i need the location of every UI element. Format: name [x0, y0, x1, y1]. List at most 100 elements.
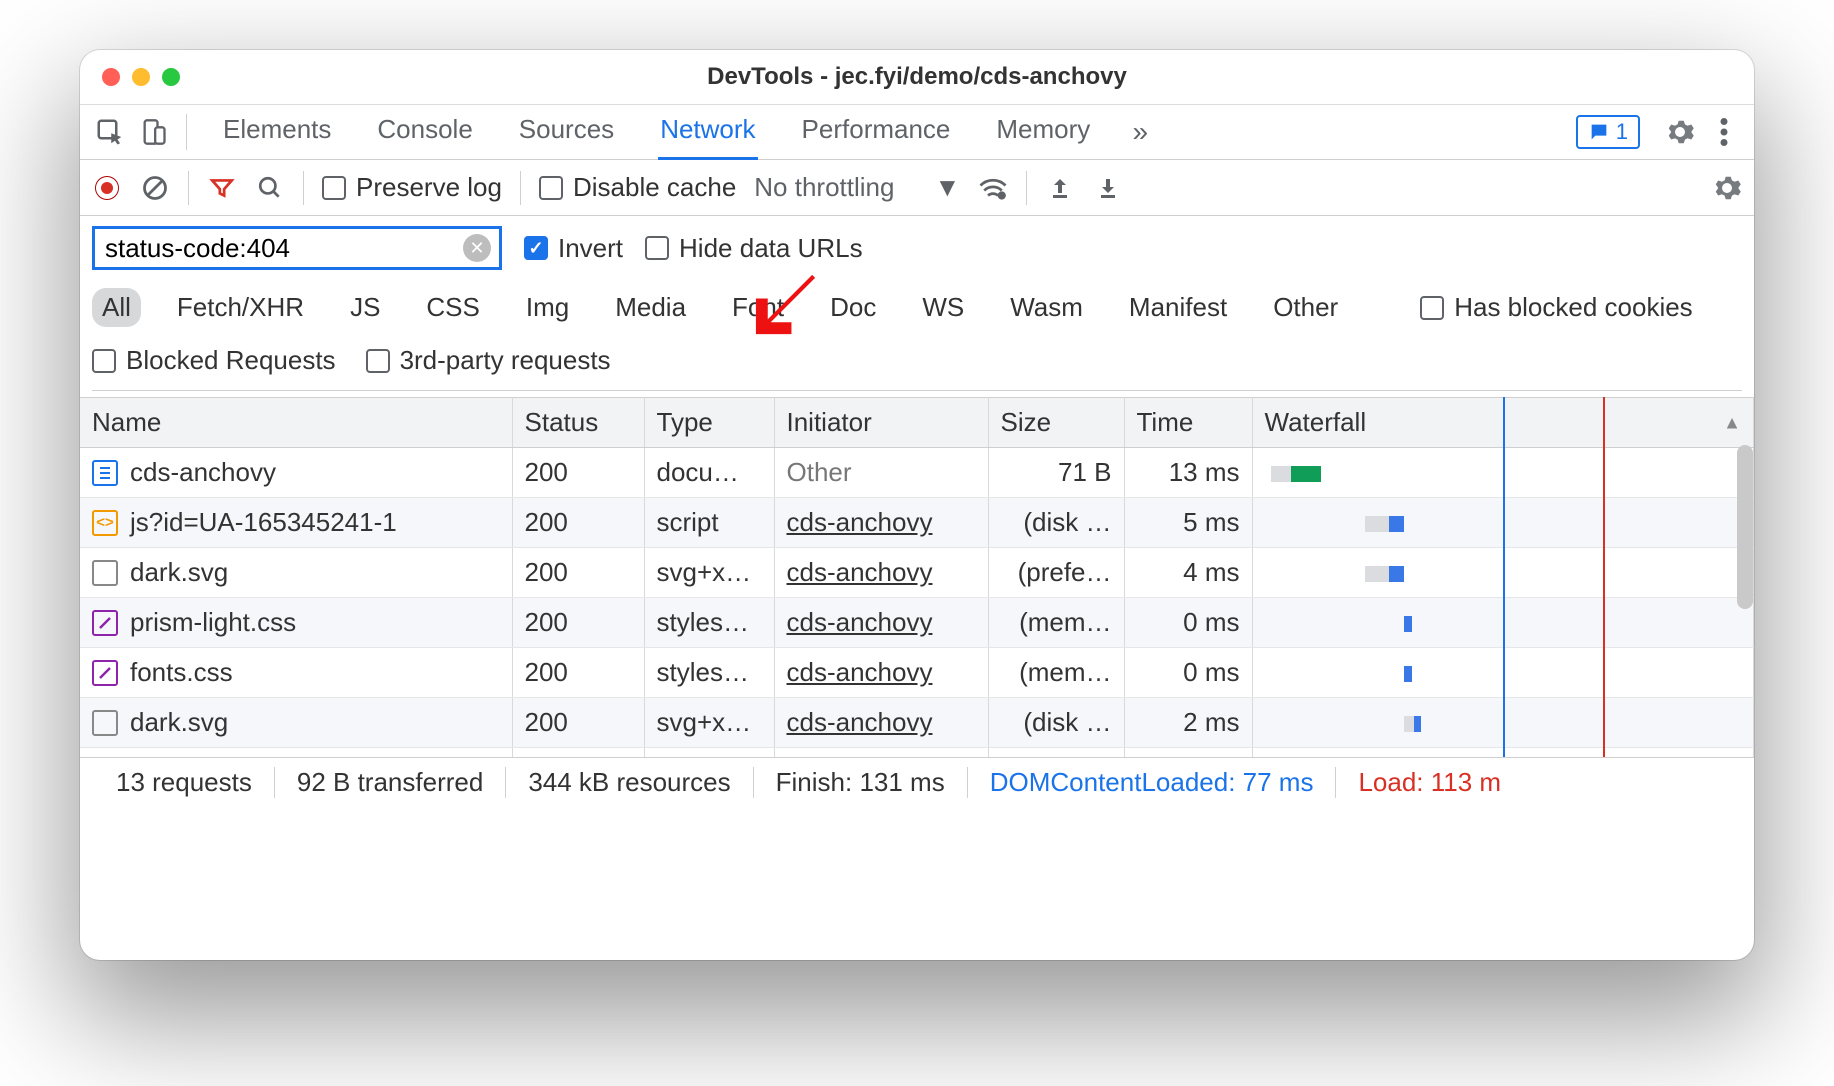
window-title: DevTools - jec.fyi/demo/cds-anchovy — [80, 63, 1754, 91]
more-tabs-icon[interactable]: » — [1118, 110, 1162, 154]
initiator-link[interactable]: cds-anchovy — [787, 607, 933, 637]
type-media[interactable]: Media — [605, 288, 696, 327]
initiator-link[interactable]: cds-anchovy — [787, 557, 933, 587]
cell-time: 4 ms — [1124, 548, 1252, 598]
type-doc[interactable]: Doc — [820, 288, 886, 327]
cell-size: (disk … — [988, 498, 1124, 548]
table-header-row: Name Status Type Initiator Size Time Wat… — [80, 398, 1754, 448]
filter-input[interactable] — [105, 233, 463, 264]
tab-memory[interactable]: Memory — [994, 104, 1092, 160]
inspect-element-icon[interactable] — [88, 110, 132, 154]
network-settings-gear-icon[interactable] — [1712, 173, 1742, 203]
type-all[interactable]: All — [92, 288, 141, 327]
blocked-requests-checkbox[interactable]: Blocked Requests — [92, 345, 336, 376]
network-toolbar: Preserve log Disable cache No throttling… — [80, 160, 1754, 216]
waterfall-bar — [1257, 558, 1750, 588]
type-ws[interactable]: WS — [912, 288, 974, 327]
filter-toggle-icon[interactable] — [207, 173, 237, 203]
tab-performance[interactable]: Performance — [800, 104, 953, 160]
col-size[interactable]: Size — [988, 398, 1124, 448]
preserve-log-checkbox[interactable]: Preserve log — [322, 172, 502, 203]
cell-initiator: cds-anchovy — [774, 698, 988, 748]
initiator-link[interactable]: cds-anchovy — [787, 507, 933, 537]
cell-status: 200 — [512, 648, 644, 698]
status-bar: 13 requests 92 B transferred 344 kB reso… — [80, 757, 1754, 807]
tab-elements[interactable]: Elements — [221, 104, 333, 160]
clear-filter-icon[interactable]: ✕ — [463, 234, 491, 262]
cell-type: styles… — [644, 648, 774, 698]
waterfall-bar — [1257, 458, 1750, 488]
third-party-checkbox[interactable]: 3rd-party requests — [366, 345, 611, 376]
cell-type: docu… — [644, 448, 774, 498]
col-name[interactable]: Name — [80, 398, 512, 448]
type-font[interactable]: Font — [722, 288, 794, 327]
status-finish: Finish: 131 ms — [754, 767, 968, 798]
waterfall-bar — [1257, 708, 1750, 738]
table-row[interactable]: cds-anchovy200docu…Other71 B13 ms — [80, 448, 1754, 498]
table-row[interactable]: dark.svg200svg+x…cds-anchovy(disk …2 ms — [80, 698, 1754, 748]
type-img[interactable]: Img — [516, 288, 579, 327]
cell-status: 200 — [512, 698, 644, 748]
cell-time: 0 ms — [1124, 648, 1252, 698]
disable-cache-checkbox[interactable]: Disable cache — [539, 172, 736, 203]
device-toolbar-icon[interactable] — [132, 110, 176, 154]
invert-checkbox[interactable]: ✓Invert — [524, 233, 623, 264]
tab-network[interactable]: Network — [658, 104, 757, 160]
col-type[interactable]: Type — [644, 398, 774, 448]
settings-gear-icon[interactable] — [1658, 110, 1702, 154]
table-row[interactable]: fonts.css200styles…cds-anchovy(mem…0 ms — [80, 648, 1754, 698]
cell-time: 13 ms — [1124, 448, 1252, 498]
table-row[interactable]: dark.svg200svg+x…cds-anchovy(prefe…4 ms — [80, 548, 1754, 598]
cell-initiator: cds-anchovy — [774, 648, 988, 698]
kebab-menu-icon[interactable] — [1702, 110, 1746, 154]
cell-size: (mem… — [988, 598, 1124, 648]
type-wasm[interactable]: Wasm — [1000, 288, 1093, 327]
initiator-link[interactable]: cds-anchovy — [787, 707, 933, 737]
type-js[interactable]: JS — [340, 288, 390, 327]
type-css[interactable]: CSS — [416, 288, 489, 327]
console-messages-badge[interactable]: 1 — [1576, 115, 1640, 149]
tab-console[interactable]: Console — [375, 104, 474, 160]
network-conditions-icon[interactable] — [978, 173, 1008, 203]
table-row[interactable]: light.svg200svg+x…cds-anchovy(disk …2 ms — [80, 748, 1754, 758]
resource-type-filters: All Fetch/XHR JS CSS Img Media Font Doc … — [92, 288, 1742, 327]
throttling-select[interactable]: No throttling▼ — [754, 172, 960, 203]
cell-type: styles… — [644, 598, 774, 648]
col-status[interactable]: Status — [512, 398, 644, 448]
file-image-dark-icon — [92, 560, 118, 586]
cell-time: 2 ms — [1124, 698, 1252, 748]
titlebar: DevTools - jec.fyi/demo/cds-anchovy — [80, 50, 1754, 104]
sort-caret-icon: ▲ — [1723, 412, 1741, 433]
status-resources: 344 kB resources — [506, 767, 753, 798]
initiator-text: Other — [787, 457, 852, 487]
tab-sources[interactable]: Sources — [517, 104, 616, 160]
cell-initiator: Other — [774, 448, 988, 498]
hide-data-urls-checkbox[interactable]: Hide data URLs — [645, 233, 863, 264]
waterfall-bar — [1257, 608, 1750, 638]
upload-har-icon[interactable] — [1045, 173, 1075, 203]
type-fetch-xhr[interactable]: Fetch/XHR — [167, 288, 314, 327]
cell-initiator: cds-anchovy — [774, 748, 988, 758]
col-time[interactable]: Time — [1124, 398, 1252, 448]
table-row[interactable]: <>js?id=UA-165345241-1200scriptcds-ancho… — [80, 498, 1754, 548]
table-row[interactable]: prism-light.css200styles…cds-anchovy(mem… — [80, 598, 1754, 648]
search-icon[interactable] — [255, 173, 285, 203]
download-har-icon[interactable] — [1093, 173, 1123, 203]
cell-initiator: cds-anchovy — [774, 598, 988, 648]
has-blocked-cookies-checkbox[interactable]: Has blocked cookies — [1420, 292, 1692, 323]
cell-time: 2 ms — [1124, 748, 1252, 758]
main-tabbar: Elements Console Sources Network Perform… — [80, 104, 1754, 160]
type-other[interactable]: Other — [1263, 288, 1348, 327]
col-initiator[interactable]: Initiator — [774, 398, 988, 448]
initiator-link[interactable]: cds-anchovy — [787, 657, 933, 687]
clear-log-icon[interactable] — [140, 173, 170, 203]
scrollbar-thumb[interactable] — [1737, 445, 1753, 609]
file-stylesheet-icon — [92, 610, 118, 636]
waterfall-bar — [1257, 658, 1750, 688]
cell-time: 0 ms — [1124, 598, 1252, 648]
record-button[interactable] — [92, 173, 122, 203]
type-manifest[interactable]: Manifest — [1119, 288, 1237, 327]
col-waterfall[interactable]: Waterfall▲ — [1252, 398, 1754, 448]
request-name: prism-light.css — [130, 607, 296, 638]
cell-initiator: cds-anchovy — [774, 548, 988, 598]
